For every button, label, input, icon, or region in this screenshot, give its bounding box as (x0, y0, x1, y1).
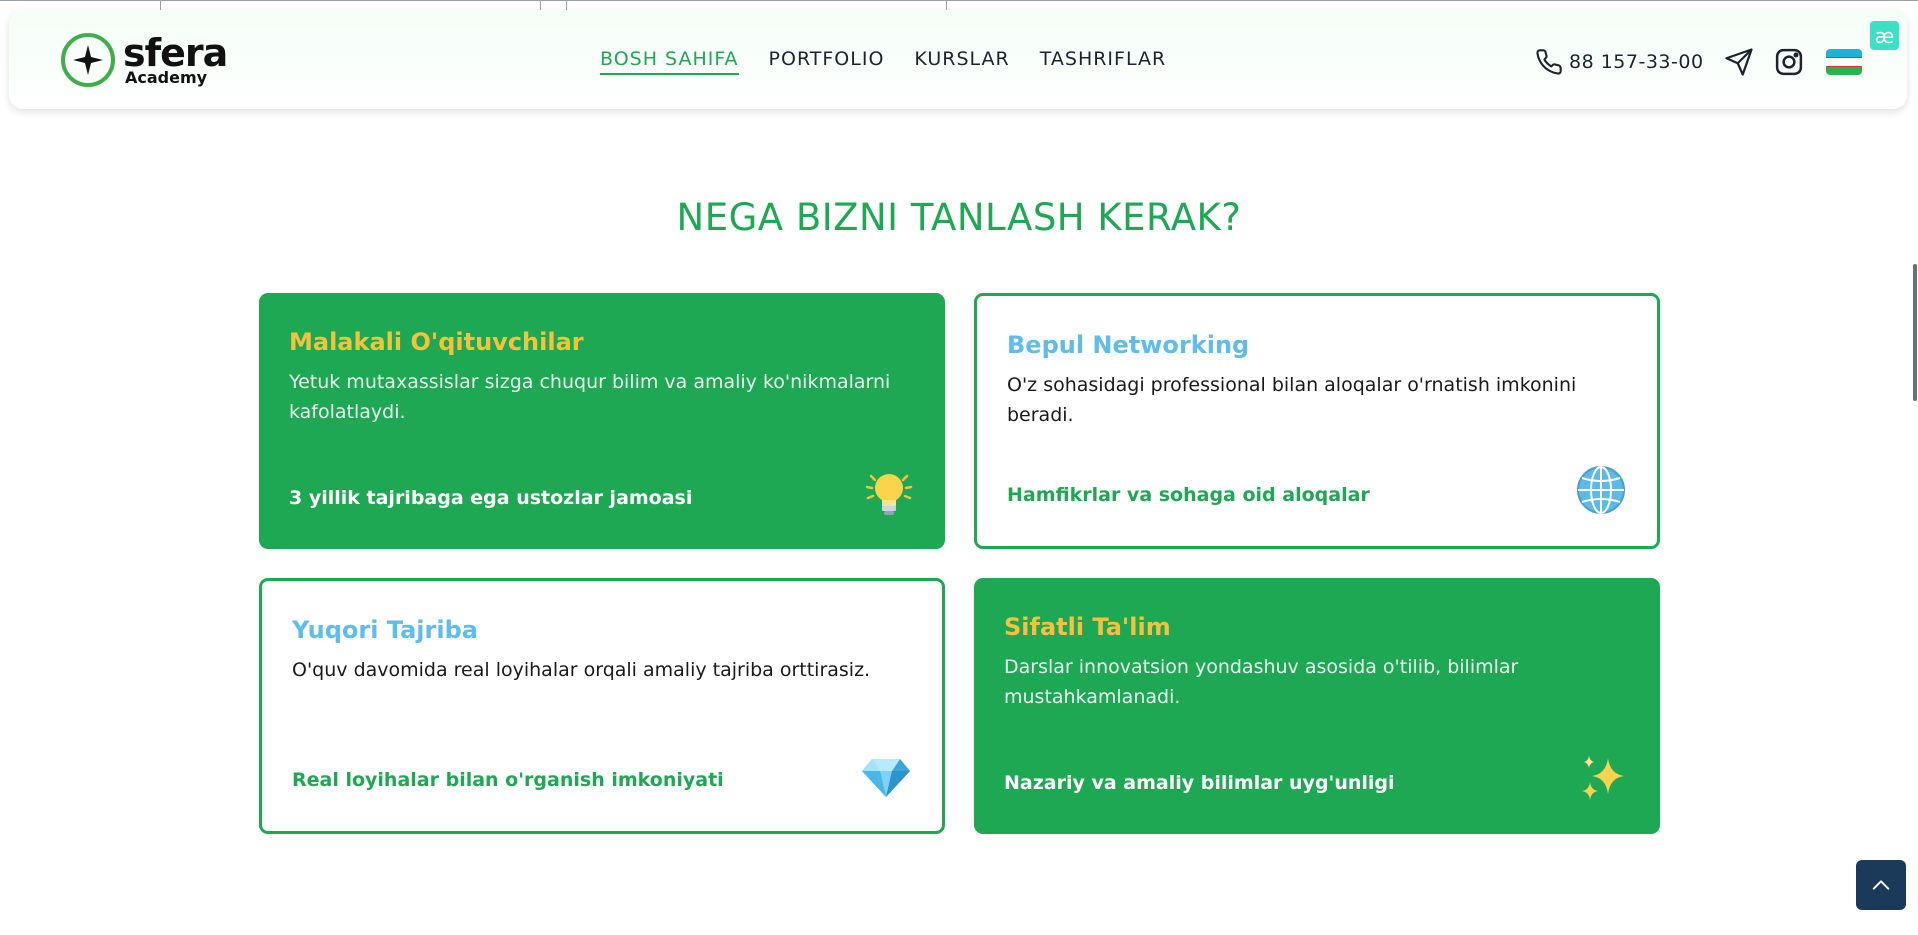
header-contacts: 88 157-33-00 (1535, 43, 1862, 81)
section-title: NEGA BIZNI TANLASH KERAK? (676, 196, 1242, 239)
card-footnote: Real loyihalar bilan o'rganish imkoniyat… (292, 769, 724, 791)
card-title: Yuqori Tajriba (292, 616, 478, 644)
feature-card: Bepul Networking O'z sohasidagi professi… (974, 293, 1660, 549)
top-tick (566, 0, 567, 10)
sparkles-icon (1578, 752, 1630, 804)
card-footnote: Hamfikrlar va sohaga oid aloqalar (1007, 484, 1370, 506)
top-rule (0, 0, 1918, 1)
telegram-icon[interactable] (1724, 47, 1754, 77)
card-description: O'quv davomida real loyihalar orqali ama… (292, 659, 871, 681)
globe-icon (1575, 464, 1627, 516)
card-footnote: 3 yillik tajribaga ega ustozlar jamoasi (289, 487, 693, 509)
lightbulb-icon (863, 467, 915, 519)
page-scrollbar[interactable] (1913, 264, 1917, 401)
logo-star-icon (61, 33, 115, 87)
main-nav: BOSH SAHIFA PORTFOLIO KURSLAR TASHRIFLAR (600, 48, 1166, 75)
top-tick (160, 0, 161, 10)
ae-extension-icon[interactable]: æ (1870, 21, 1899, 50)
gem-icon (860, 749, 912, 801)
feature-card: Malakali O'qituvchilar Yetuk mutaxassisl… (259, 293, 945, 549)
card-footnote: Nazariy va amaliy bilimlar uyg'unligi (1004, 772, 1395, 794)
scroll-to-top-button[interactable] (1856, 860, 1906, 910)
site-header: sfera Academy BOSH SAHIFA PORTFOLIO KURS… (9, 10, 1907, 109)
card-title: Malakali O'qituvchilar (289, 328, 584, 356)
card-title: Sifatli Ta'lim (1004, 613, 1171, 641)
phone-number: 88 157-33-00 (1569, 51, 1704, 73)
nav-bosh-sahifa[interactable]: BOSH SAHIFA (600, 48, 739, 75)
chevron-up-icon (1872, 880, 1890, 890)
phone-link[interactable]: 88 157-33-00 (1535, 48, 1704, 76)
logo[interactable]: sfera Academy (61, 31, 228, 88)
logo-subtitle: Academy (125, 68, 208, 87)
instagram-icon[interactable] (1774, 47, 1804, 77)
card-description: Yetuk mutaxassislar sizga chuqur bilim v… (289, 371, 891, 423)
top-tick (540, 0, 541, 10)
nav-portfolio[interactable]: PORTFOLIO (769, 48, 885, 75)
phone-icon (1535, 48, 1563, 76)
top-tick (946, 0, 947, 10)
card-title: Bepul Networking (1007, 331, 1250, 359)
nav-kurslar[interactable]: KURSLAR (914, 48, 1009, 75)
feature-card: Yuqori Tajriba O'quv davomida real loyih… (259, 578, 945, 834)
feature-card: Sifatli Ta'lim Darslar innovatsion yonda… (974, 578, 1660, 834)
logo-wordmark: sfera (123, 31, 228, 75)
language-flag-icon[interactable] (1825, 49, 1862, 75)
nav-tashriflar[interactable]: TASHRIFLAR (1040, 48, 1166, 75)
card-description: O'z sohasidagi professional bilan aloqal… (1007, 374, 1577, 426)
card-description: Darslar innovatsion yondashuv asosida o'… (1004, 656, 1519, 708)
